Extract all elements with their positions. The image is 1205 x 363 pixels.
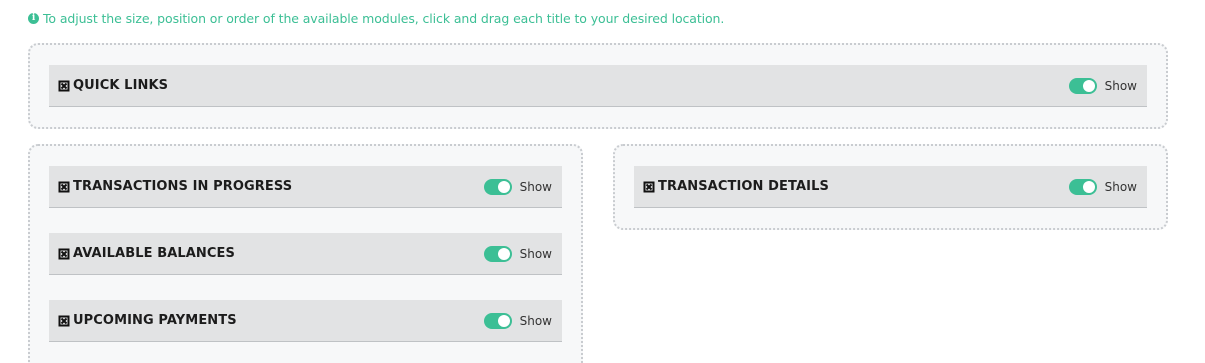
toggle-knob [1082,180,1095,193]
module-title: QUICK LINKS [73,78,169,93]
toggle-knob [497,247,510,260]
toggle-label: Show [1104,78,1137,93]
toggle-switch[interactable] [483,312,512,329]
toggle-label: Show [519,179,552,194]
module-transactions-in-progress[interactable]: TRANSACTIONS IN PROGRESS Show [49,166,562,208]
module-available-balances[interactable]: AVAILABLE BALANCES Show [49,233,562,275]
module-title: UPCOMING PAYMENTS [73,313,237,328]
module-title: TRANSACTIONS IN PROGRESS [73,179,293,194]
toggle-label: Show [519,313,552,328]
move-icon[interactable] [58,181,70,193]
drop-zone-left: TRANSACTIONS IN PROGRESS Show AVAILABLE … [28,144,583,363]
move-icon[interactable] [58,248,70,260]
toggle-switch[interactable] [1068,77,1097,94]
toggle-knob [1082,79,1095,92]
info-icon: i [28,12,39,24]
toggle-knob [497,314,510,327]
module-quick-links[interactable]: QUICK LINKS Show [49,65,1147,107]
move-icon[interactable] [58,80,70,92]
visibility-toggle: Show [483,245,552,262]
toggle-knob [497,180,510,193]
module-title: TRANSACTION DETAILS [658,179,829,194]
drop-zone-right: TRANSACTION DETAILS Show [613,144,1168,230]
visibility-toggle: Show [483,312,552,329]
toggle-label: Show [519,246,552,261]
module-transaction-details[interactable]: TRANSACTION DETAILS Show [634,166,1147,208]
toggle-switch[interactable] [483,245,512,262]
toggle-label: Show [1104,179,1137,194]
drop-zone-top: QUICK LINKS Show [28,43,1168,129]
move-icon[interactable] [58,315,70,327]
visibility-toggle: Show [1068,77,1137,94]
visibility-toggle: Show [1068,178,1137,195]
toggle-switch[interactable] [483,178,512,195]
instructions-note: i To adjust the size, position or order … [28,10,724,26]
move-icon[interactable] [643,181,655,193]
toggle-switch[interactable] [1068,178,1097,195]
instructions-text: To adjust the size, position or order of… [43,10,725,26]
module-upcoming-payments[interactable]: UPCOMING PAYMENTS Show [49,300,562,342]
visibility-toggle: Show [483,178,552,195]
module-title: AVAILABLE BALANCES [73,246,235,261]
